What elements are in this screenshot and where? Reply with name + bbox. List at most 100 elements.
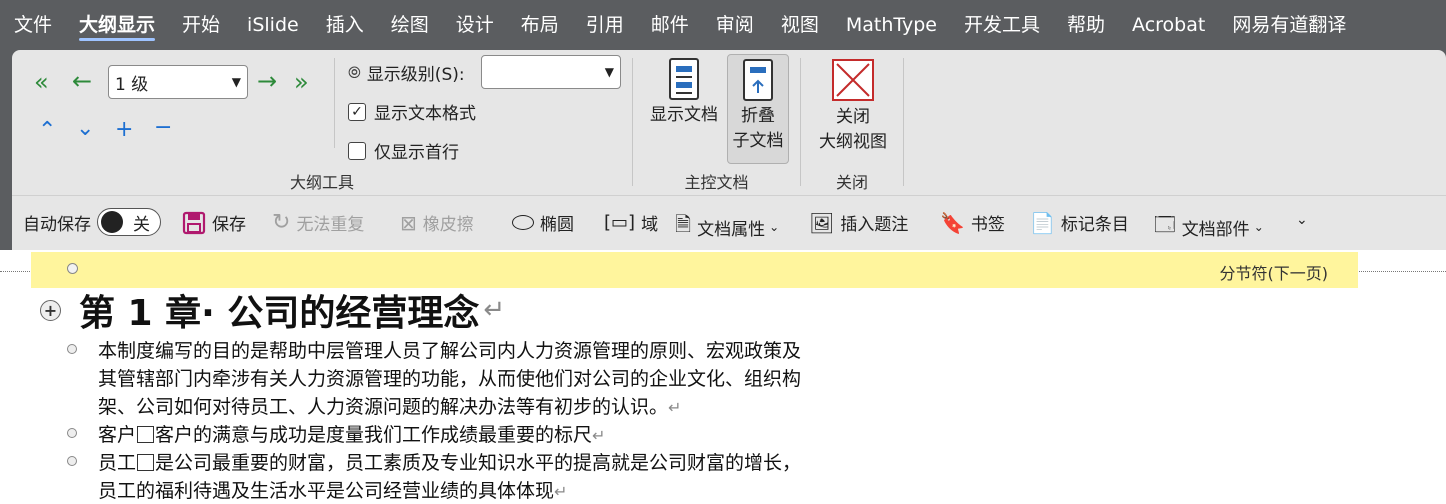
expand-heading-icon[interactable]: + (40, 299, 61, 321)
autosave-toggle[interactable]: 关 (97, 208, 161, 236)
missing-glyph-box (137, 426, 155, 443)
ellipse-icon (512, 215, 534, 230)
paragraph-line: 其管辖部门内牵涉有关人力资源管理的功能，从而使他们对公司的企业文化、组织构 (98, 368, 802, 390)
autosave-control[interactable]: 自动保存 关 (23, 208, 161, 236)
doc-properties-button[interactable]: 🗎 文档属性 ⌄ (675, 210, 779, 244)
divider (334, 58, 335, 148)
eraser-icon: ⊠ (400, 210, 417, 235)
master-document-group: 显示文档 折叠 子文档 主控文档 (633, 50, 800, 195)
promote-to-heading1-icon[interactable]: « (34, 70, 49, 94)
show-level-row: ⦾ 显示级别(S): (348, 60, 465, 86)
paragraph-mark-icon: ↵ (483, 295, 506, 325)
menu-tab[interactable]: Acrobat (1132, 0, 1205, 50)
menu-tab[interactable]: 绘图 (391, 0, 429, 50)
close-outline-view-button[interactable]: 关闭 大纲视图 (805, 56, 901, 156)
show-document-icon (669, 58, 699, 100)
menu-tab[interactable]: 开始 (182, 0, 220, 50)
body-text-bullet[interactable] (67, 456, 77, 466)
close-group-label: 关闭 (835, 173, 868, 192)
menu-tab[interactable]: 视图 (781, 0, 819, 50)
missing-glyph-box (137, 454, 155, 471)
ribbon: « ← 1 级 ▼ → » ⌃ ⌄ + − ⦾ 显示级别(S): ▼ ✓ 显示文… (12, 50, 1446, 195)
demote-icon[interactable]: → (257, 69, 277, 93)
collapse-subdocuments-label-1: 折叠 (741, 106, 775, 126)
customize-qat-button[interactable]: ⌄ (1296, 212, 1308, 228)
field-button[interactable]: [▭] 域 (604, 210, 658, 235)
eraser-button[interactable]: ⊠ 橡皮擦 (400, 210, 474, 236)
show-text-format-label: 显示文本格式 (374, 104, 476, 124)
chevron-down-icon: ⌄ (1296, 212, 1308, 228)
insert-caption-button[interactable]: 🖼 插入题注 (809, 210, 909, 236)
menu-tab[interactable]: MathType (846, 0, 937, 50)
chapter-heading[interactable]: + 第 1 章· 公司的经营理念 ↵ (40, 288, 506, 334)
body-text-bullet[interactable] (67, 428, 77, 438)
body-paragraph-2[interactable]: 客户 客户的满意与成功是度量我们工作成绩最重要的标尺↵ (98, 421, 918, 450)
section-break-bullet (67, 263, 78, 274)
close-label-2: 大纲视图 (819, 132, 887, 152)
heading-text: 第 1 章· 公司的经营理念 (79, 293, 480, 334)
show-level-label: 显示级别(S): (366, 65, 465, 85)
show-first-line-checkbox[interactable] (348, 141, 366, 160)
menu-tab[interactable]: 设计 (456, 0, 494, 50)
expand-icon[interactable]: + (115, 119, 133, 141)
outline-level-select[interactable]: 1 级 ▼ (108, 65, 248, 99)
bookmark-label: 书签 (970, 215, 1005, 235)
save-button[interactable]: 保存 (182, 210, 246, 235)
menu-tab[interactable]: 帮助 (1067, 0, 1105, 50)
doc-properties-icon: 🗎 (675, 212, 692, 236)
redo-label: 无法重复 (296, 215, 365, 235)
menu-tab[interactable]: 引用 (586, 0, 624, 50)
menu-tab[interactable]: 布局 (521, 0, 559, 50)
chevron-down-icon: ⌄ (769, 220, 780, 234)
promote-icon[interactable]: ← (72, 69, 92, 93)
chevron-down-icon: ⌄ (1253, 220, 1264, 234)
show-level-select[interactable]: ▼ (481, 55, 621, 89)
doc-parts-label: 文档部件 (1181, 219, 1250, 240)
menu-tab[interactable]: 网易有道翻译 (1232, 0, 1346, 50)
paragraph-lead: 员工 (98, 452, 137, 474)
autosave-state: 关 (133, 214, 150, 235)
insert-caption-label: 插入题注 (840, 215, 909, 235)
doc-parts-button[interactable]: 🗔 文档部件 ⌄ (1154, 210, 1264, 244)
ellipse-button[interactable]: 椭圆 (512, 210, 574, 235)
collapse-subdocuments-icon (743, 59, 773, 101)
ellipse-label: 椭圆 (540, 215, 574, 235)
body-paragraph-1[interactable]: 本制度编写的目的是帮助中层管理人员了解公司内人力资源管理的原则、宏观政策及 其管… (98, 337, 918, 422)
body-paragraph-3[interactable]: 员工 是公司最重要的财富，员工素质及专业知识水平的提高就是公司财富的增长， 员工的… (98, 449, 918, 504)
menu-tab[interactable]: 插入 (326, 0, 364, 50)
collapse-subdocuments-button[interactable]: 折叠 子文档 (727, 54, 789, 164)
menu-tab[interactable]: 审阅 (716, 0, 754, 50)
show-first-line-row[interactable]: 仅显示首行 (348, 138, 459, 163)
save-label: 保存 (212, 215, 246, 235)
insert-caption-icon: 🖼 (809, 210, 835, 235)
bookmark-button[interactable]: 🔖 书签 (940, 210, 1005, 236)
menu-tab[interactable]: 开发工具 (964, 0, 1040, 50)
mark-entry-button[interactable]: 📄 标记条目 (1030, 210, 1129, 236)
body-text-bullet[interactable] (67, 344, 77, 354)
menu-tab[interactable]: 文件 (14, 0, 52, 50)
chevron-down-icon: ▼ (604, 65, 614, 79)
toggle-knob (101, 211, 123, 233)
demote-to-body-text-icon[interactable]: » (294, 70, 309, 94)
mark-entry-label: 标记条目 (1060, 215, 1129, 235)
move-up-icon[interactable]: ⌃ (38, 120, 56, 142)
show-document-button[interactable]: 显示文档 (645, 56, 723, 132)
redo-icon: ↻ (272, 210, 291, 235)
close-icon (832, 59, 874, 101)
menu-tab[interactable]: 邮件 (651, 0, 689, 50)
collapse-icon[interactable]: − (154, 117, 172, 139)
save-icon (182, 211, 206, 234)
show-document-label: 显示文档 (650, 105, 718, 125)
menu-tab[interactable]: 大纲显示 (79, 0, 156, 50)
show-text-format-checkbox[interactable]: ✓ (348, 102, 366, 121)
redo-button[interactable]: ↻ 无法重复 (272, 210, 364, 235)
field-label: 域 (641, 215, 659, 235)
show-text-format-row[interactable]: ✓ 显示文本格式 (348, 99, 476, 124)
move-down-icon[interactable]: ⌄ (76, 118, 94, 140)
doc-parts-icon: 🗔 (1154, 212, 1176, 236)
paragraph-mark-icon: ↵ (592, 426, 606, 445)
menu-tab[interactable]: iSlide (247, 0, 299, 50)
paragraph-mark-icon: ↵ (668, 398, 682, 417)
group-divider (903, 58, 904, 186)
paragraph-mark-icon: ↵ (554, 482, 568, 501)
